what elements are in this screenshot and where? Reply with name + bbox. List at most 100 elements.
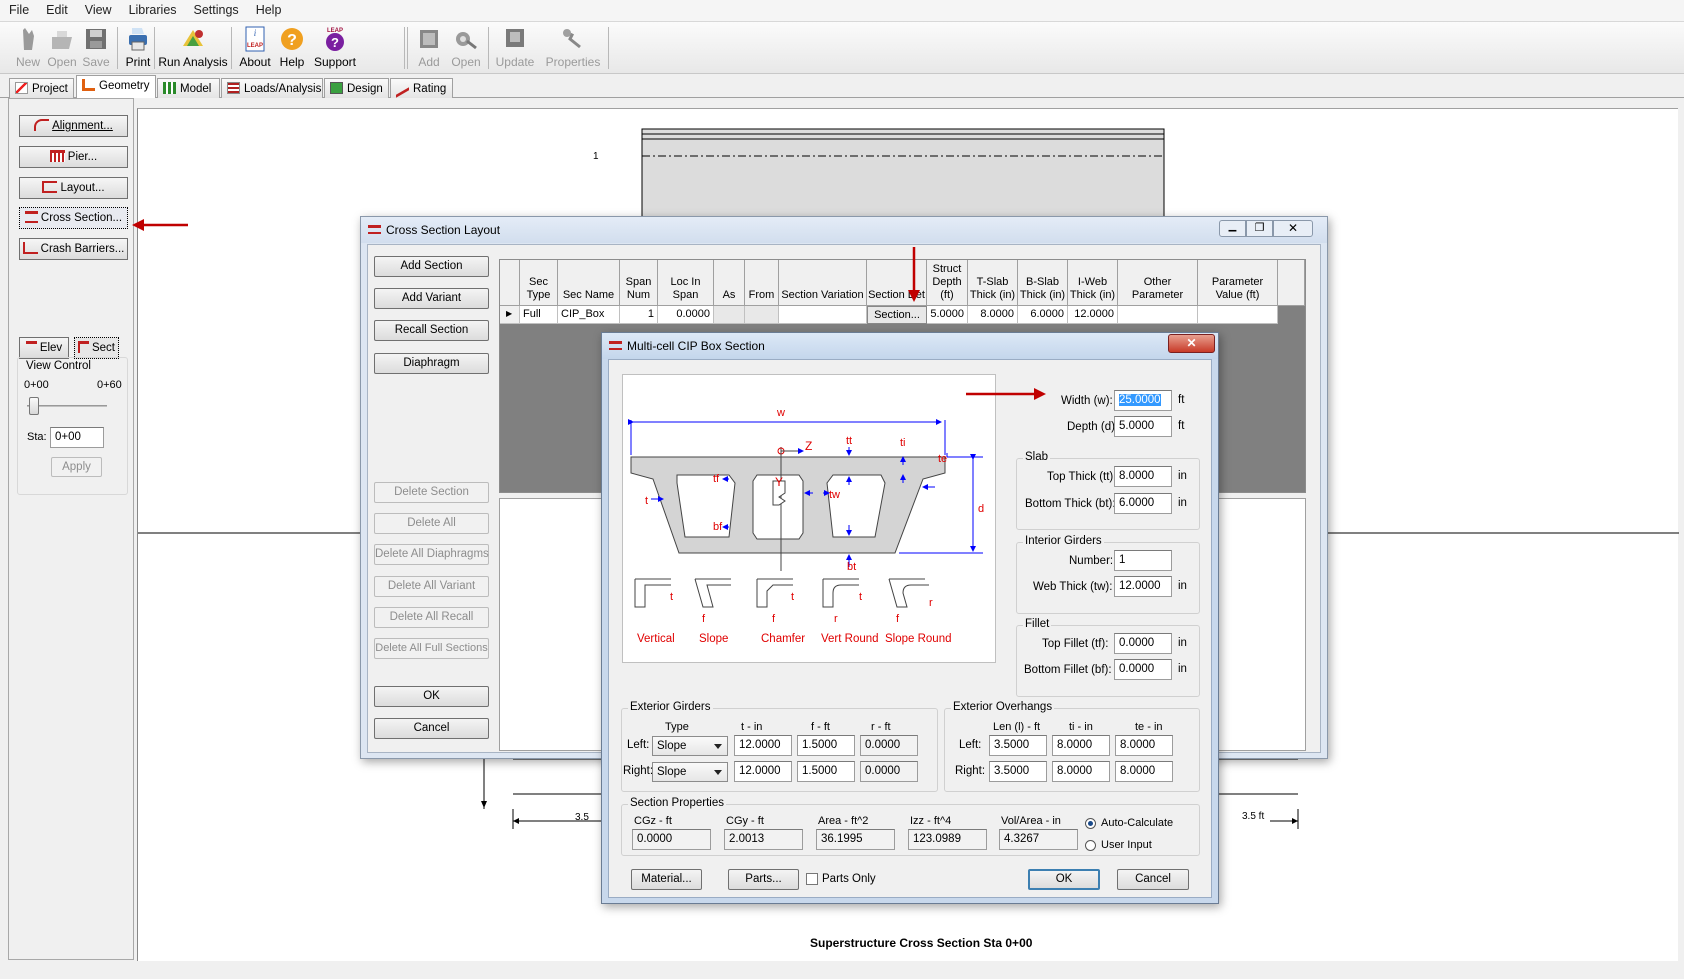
open-button[interactable]: Open — [44, 24, 80, 72]
layout-button[interactable]: Layout... — [19, 177, 128, 199]
maximize-button[interactable]: ❐ — [1246, 220, 1273, 237]
station-slider-thumb[interactable] — [29, 397, 39, 415]
material-button[interactable]: Material... — [631, 869, 702, 890]
table-cell[interactable]: 12.0000 — [1068, 306, 1118, 324]
eo-left-te-input[interactable]: 8.0000 — [1115, 735, 1173, 756]
add-button[interactable]: Add — [412, 24, 446, 72]
web-thick-input[interactable]: 12.0000 — [1114, 576, 1172, 597]
menu-edit[interactable]: Edit — [37, 0, 76, 17]
minimize-button[interactable]: ▁ — [1219, 220, 1246, 237]
eg-right-t-input[interactable]: 12.0000 — [734, 761, 792, 782]
table-cell[interactable]: 5.0000 — [927, 306, 968, 324]
menu-help[interactable]: Help — [247, 0, 290, 17]
delete-all-diaphragms-button[interactable]: Delete All Diaphragms — [374, 544, 489, 565]
menu-libraries[interactable]: Libraries — [120, 0, 185, 17]
tab-design[interactable]: Design — [324, 78, 389, 98]
table-cell[interactable]: 0.0000 — [658, 306, 714, 324]
delete-all-full-sections-button[interactable]: Delete All Full Sections — [374, 638, 489, 659]
eg-left-t-input[interactable]: 12.0000 — [734, 735, 792, 756]
support-button[interactable]: LEAP? Support — [310, 24, 360, 72]
mc-close-button[interactable]: ✕ — [1168, 334, 1215, 353]
table-cell[interactable] — [1198, 306, 1278, 324]
section-detail-button[interactable]: Section... — [867, 306, 927, 324]
diaphragm-button[interactable]: Diaphragm — [374, 353, 489, 374]
width-input[interactable]: 25.0000 — [1114, 390, 1172, 411]
eg-left-r-input[interactable]: 0.0000 — [860, 735, 918, 756]
print-button[interactable]: Print — [120, 24, 156, 72]
col-t-slab-thick: T-Slab Thick (in) — [968, 260, 1018, 306]
run-analysis-button[interactable]: Run Analysis — [156, 24, 230, 72]
alignment-button[interactable]: Alignment... — [19, 115, 128, 137]
table-cell[interactable]: 8.0000 — [968, 306, 1018, 324]
delete-all-recall-button[interactable]: Delete All Recall — [374, 607, 489, 628]
tab-rating[interactable]: Rating — [390, 78, 453, 98]
eo-right-te-input[interactable]: 8.0000 — [1115, 761, 1173, 782]
table-cell[interactable] — [779, 306, 867, 324]
sta-input[interactable]: 0+00 — [50, 427, 104, 448]
save-button[interactable]: Save — [78, 24, 114, 72]
station-slider-track[interactable] — [27, 405, 107, 407]
tab-project[interactable]: Project — [9, 78, 74, 98]
csl-ok-button[interactable]: OK — [374, 686, 489, 707]
table-cell[interactable] — [714, 306, 745, 324]
eg-right-f-input[interactable]: 1.5000 — [797, 761, 855, 782]
auto-calculate-radio[interactable] — [1085, 818, 1096, 829]
about-button[interactable]: i LEAP About — [236, 24, 274, 72]
help-button[interactable]: ? Help — [274, 24, 310, 72]
cross-section-button[interactable]: Cross Section... — [19, 207, 128, 229]
user-input-radio[interactable] — [1085, 840, 1096, 851]
fig-t-label: t — [645, 495, 649, 507]
elev-button[interactable]: Elev — [19, 337, 69, 359]
menu-view[interactable]: View — [76, 0, 120, 17]
eg-right-type-select[interactable]: Slope — [652, 762, 728, 782]
new-button[interactable]: New — [10, 24, 46, 72]
table-cell[interactable]: Full — [520, 306, 558, 324]
fig-r-label: r — [929, 597, 933, 609]
depth-input[interactable]: 5.0000 — [1114, 416, 1172, 437]
tab-loads-analysis[interactable]: Loads/Analysis — [221, 78, 323, 98]
menu-settings[interactable]: Settings — [185, 0, 247, 17]
eg-right-r-input[interactable]: 0.0000 — [860, 761, 918, 782]
csl-cancel-button[interactable]: Cancel — [374, 718, 489, 739]
update-button[interactable]: Update — [492, 24, 538, 72]
top-thick-input[interactable]: 8.0000 — [1114, 466, 1172, 487]
row-selector-icon[interactable]: ▶ — [500, 306, 520, 324]
parts-only-checkbox[interactable] — [806, 873, 818, 885]
bottom-thick-input[interactable]: 6.0000 — [1114, 493, 1172, 514]
menu-file[interactable]: File — [0, 0, 37, 17]
bottom-fillet-input[interactable]: 0.0000 — [1114, 659, 1172, 680]
properties-button[interactable]: Properties — [542, 24, 604, 72]
table-cell[interactable] — [745, 306, 779, 324]
mc-cancel-button[interactable]: Cancel — [1117, 869, 1189, 890]
table-cell[interactable]: CIP_Box — [558, 306, 620, 324]
eo-left-len-input[interactable]: 3.5000 — [989, 735, 1047, 756]
table-cell[interactable]: 1 — [620, 306, 658, 324]
top-fillet-input[interactable]: 0.0000 — [1114, 633, 1172, 654]
eg-left-type-select[interactable]: Slope — [652, 736, 728, 756]
eo-left-ti-input[interactable]: 8.0000 — [1052, 735, 1110, 756]
add-variant-button[interactable]: Add Variant — [374, 288, 489, 309]
eo-right-ti-input[interactable]: 8.0000 — [1052, 761, 1110, 782]
parts-button[interactable]: Parts... — [728, 869, 799, 890]
tab-geometry[interactable]: Geometry — [76, 75, 156, 98]
tab-model[interactable]: Model — [157, 78, 220, 98]
eo-right-len-input[interactable]: 3.5000 — [989, 761, 1047, 782]
delete-all-variant-button[interactable]: Delete All Variant — [374, 576, 489, 597]
mc-client: w Z Y tt ti te tf t tw bf d bt t f t f t… — [608, 359, 1212, 898]
apply-button[interactable]: Apply — [51, 457, 102, 477]
sect-button[interactable]: Sect — [74, 337, 119, 359]
eg-left-f-input[interactable]: 1.5000 — [797, 735, 855, 756]
pier-button[interactable]: Pier... — [19, 146, 128, 168]
add-section-button[interactable]: Add Section — [374, 256, 489, 277]
crash-barriers-button[interactable]: Crash Barriers... — [19, 238, 128, 260]
close-button[interactable]: ✕ — [1273, 220, 1313, 237]
recall-section-button[interactable]: Recall Section — [374, 320, 489, 341]
cross-section-icon — [24, 211, 38, 223]
number-input[interactable]: 1 — [1114, 550, 1172, 571]
mc-ok-button[interactable]: OK — [1028, 869, 1100, 890]
table-cell[interactable]: 6.0000 — [1018, 306, 1068, 324]
open2-button[interactable]: Open — [448, 24, 484, 72]
table-cell[interactable] — [1118, 306, 1198, 324]
delete-section-button[interactable]: Delete Section — [374, 482, 489, 503]
delete-all-button[interactable]: Delete All — [374, 513, 489, 534]
